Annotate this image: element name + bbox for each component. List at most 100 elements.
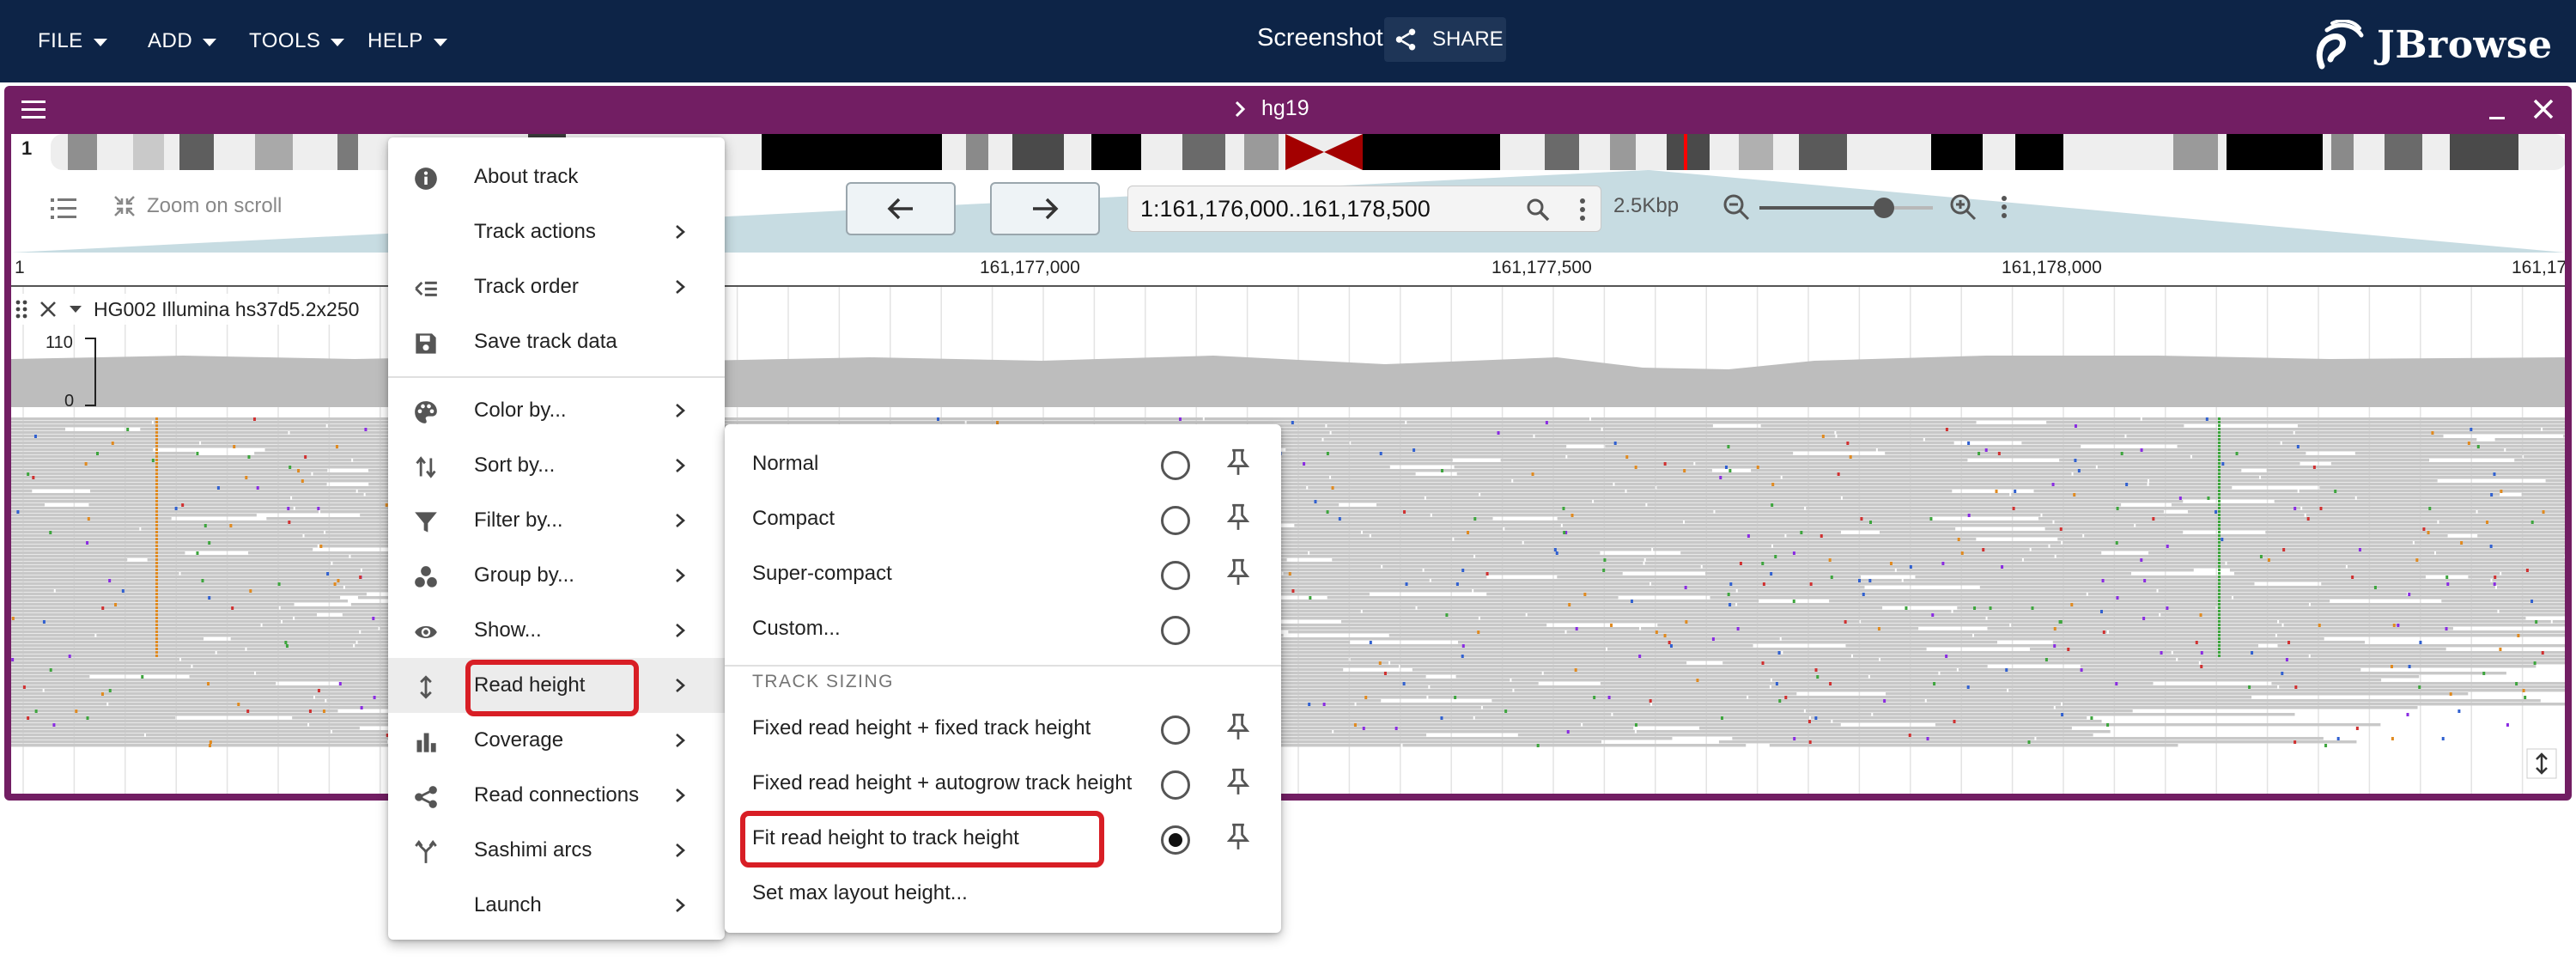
mismatch-mark: [1771, 483, 1775, 486]
mismatch-mark: [1809, 582, 1813, 586]
read-height-custom[interactable]: Custom...: [725, 601, 1281, 656]
radio-button[interactable]: [1161, 561, 1190, 590]
menu-item-sort-by[interactable]: Sort by...: [388, 438, 725, 493]
radio-button[interactable]: [1161, 451, 1190, 480]
sizing-fit-read-height[interactable]: Fit read height to track height: [725, 811, 1281, 866]
menu-item-track-order[interactable]: Track order: [388, 259, 725, 314]
tools-menu[interactable]: TOOLS: [249, 26, 345, 57]
location-search-input[interactable]: 1:161,176,000..161,178,500: [1127, 186, 1601, 232]
hamburger-menu-icon[interactable]: [20, 98, 49, 122]
pan-right-button[interactable]: [990, 182, 1100, 235]
radio-button[interactable]: [1161, 715, 1190, 745]
variant-column-mark: [2218, 589, 2221, 592]
read-alignment: [1771, 685, 2278, 689]
share-button[interactable]: SHARE: [1384, 17, 1506, 62]
menu-item-track-actions[interactable]: Track actions: [388, 204, 725, 259]
variant-column-mark: [2218, 606, 2221, 609]
read-alignment: [11, 593, 367, 596]
pan-left-button[interactable]: [846, 182, 956, 235]
mismatch-mark: [1997, 452, 2001, 455]
variant-column-mark: [2218, 545, 2221, 547]
close-track-icon[interactable]: [39, 300, 58, 319]
read-alignment: [1974, 634, 2275, 637]
view-options-icon[interactable]: [2000, 194, 2008, 220]
variant-column-mark: [155, 572, 158, 575]
menu-item-read-height[interactable]: Read height: [388, 658, 725, 713]
track-menu-caret-icon[interactable]: [68, 303, 83, 315]
pin-icon[interactable]: [1226, 558, 1250, 586]
coverage-scale-bar: [85, 338, 96, 406]
read-height-compact[interactable]: Compact: [725, 491, 1281, 546]
file-menu[interactable]: FILE: [38, 26, 107, 57]
zoom-slider[interactable]: [1759, 198, 1933, 218]
pin-icon[interactable]: [1226, 503, 1250, 531]
menu-item-about-track[interactable]: About track: [388, 149, 725, 204]
read-alignment: [1543, 672, 1939, 675]
read-alignment: [11, 448, 154, 452]
read-height-super-compact[interactable]: Super-compact: [725, 546, 1281, 601]
radio-button[interactable]: [1161, 770, 1190, 800]
read-alignment: [1710, 596, 2232, 600]
pin-icon[interactable]: [1226, 768, 1250, 795]
zoom-on-scroll-toggle[interactable]: Zoom on scroll: [112, 194, 282, 218]
view-title[interactable]: hg19: [1234, 96, 1309, 121]
radio-button[interactable]: [1161, 616, 1190, 645]
mismatch-mark: [1402, 682, 1406, 685]
mismatch-mark: [2458, 709, 2461, 713]
mismatch-mark: [2221, 538, 2224, 541]
menu-item-coverage[interactable]: Coverage: [388, 713, 725, 768]
session-name[interactable]: Screenshot: [1257, 24, 1383, 52]
variant-column-mark: [2218, 582, 2221, 585]
mismatch-mark: [2460, 541, 2464, 545]
menu-item-filter-by[interactable]: Filter by...: [388, 493, 725, 548]
track-label[interactable]: HG002 Illumina hs37d5.2x250: [15, 294, 367, 325]
variant-column-mark: [2218, 596, 2221, 599]
close-view-icon[interactable]: [2530, 96, 2556, 122]
radio-button[interactable]: [1161, 506, 1190, 535]
set-max-layout-height[interactable]: Set max layout height...: [725, 866, 1281, 921]
mismatch-mark: [100, 692, 104, 696]
menu-item-save-track-data[interactable]: Save track data: [388, 314, 725, 369]
mismatch-mark: [2524, 696, 2527, 699]
mismatch-mark: [1931, 613, 1935, 617]
zoom-out-icon[interactable]: [1722, 192, 1751, 222]
drag-handle-icon[interactable]: [15, 298, 28, 320]
read-alignment: [11, 689, 43, 692]
pin-icon[interactable]: [1226, 448, 1250, 476]
read-alignment: [2136, 524, 2565, 527]
read-alignment: [11, 630, 360, 634]
pin-icon[interactable]: [1226, 823, 1250, 850]
more-vert-icon[interactable]: [1578, 197, 1587, 222]
variant-column-mark: [155, 459, 158, 461]
minimize-icon[interactable]: [2486, 100, 2508, 122]
read-alignment: [11, 493, 364, 496]
menu-item-group-by[interactable]: Group by...: [388, 548, 725, 603]
read-alignment: [2033, 490, 2298, 493]
menu-item-color-by[interactable]: Color by...: [388, 383, 725, 438]
mismatch-mark: [1736, 627, 1740, 630]
mismatch-mark: [2106, 723, 2110, 727]
radio-button-selected[interactable]: [1161, 825, 1190, 855]
menu-item-label: Sashimi arcs: [474, 838, 592, 862]
menu-item-show[interactable]: Show...: [388, 603, 725, 658]
sizing-fixed-autogrow[interactable]: Fixed read height + autogrow track heigh…: [725, 756, 1281, 811]
menu-item-launch[interactable]: Launch: [388, 878, 725, 933]
track-selector-icon[interactable]: [49, 196, 78, 222]
sizing-fixed-fixed[interactable]: Fixed read height + fixed track height: [725, 701, 1281, 756]
read-alignment: [11, 627, 379, 630]
menu-item-read-connections[interactable]: Read connections: [388, 768, 725, 823]
pin-icon[interactable]: [1226, 713, 1250, 740]
read-alignment: [1308, 486, 1656, 490]
variant-column-mark: [2218, 493, 2221, 496]
read-height-normal[interactable]: Normal: [725, 436, 1281, 491]
read-alignment: [11, 634, 95, 637]
search-icon[interactable]: [1525, 197, 1551, 222]
menu-item-sashimi-arcs[interactable]: Sashimi arcs: [388, 823, 725, 878]
mismatch-mark: [1808, 740, 1812, 744]
zoom-in-icon[interactable]: [1948, 192, 1978, 222]
help-menu[interactable]: HELP: [368, 26, 447, 57]
ruler-tick-label: 161,17: [2512, 258, 2565, 277]
add-menu[interactable]: ADD: [148, 26, 217, 57]
read-alignment: [11, 730, 331, 734]
read-alignment: [2011, 624, 2282, 627]
